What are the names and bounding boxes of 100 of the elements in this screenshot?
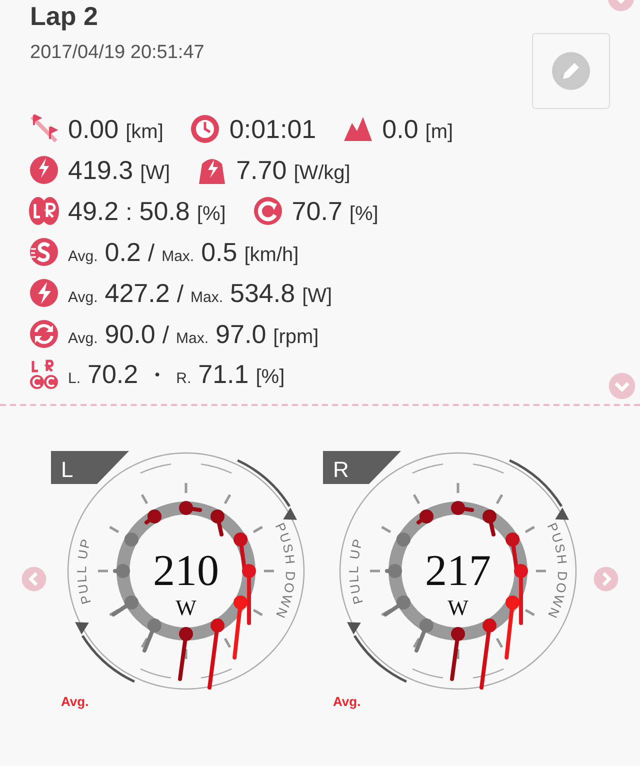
rotation-icon: [252, 195, 284, 227]
tick-mark: [412, 638, 420, 648]
stat-value: 534.8: [230, 278, 296, 308]
stat-value: 70.2: [88, 359, 138, 390]
power-value: 217: [425, 546, 491, 595]
tick-mark: [412, 494, 420, 504]
arc-line: [140, 668, 172, 678]
tick-mark: [224, 638, 232, 648]
direction-arrow: [509, 459, 569, 520]
stat-unit: [km/h]: [244, 244, 299, 266]
side-tag: R: [323, 451, 401, 484]
tick-mark: [381, 526, 392, 534]
arc-line: [412, 464, 444, 474]
force-vector: [124, 532, 138, 546]
pedal-pair-icon: [28, 359, 60, 391]
tick-mark: [184, 649, 188, 659]
arc-line: [200, 668, 232, 678]
stat-unit: [W/kg]: [294, 162, 350, 184]
arc-line: [200, 464, 232, 474]
force-vector: [178, 627, 193, 681]
side-tag: L: [51, 451, 129, 484]
stat-label: L.: [68, 370, 81, 387]
tick-mark: [109, 608, 120, 616]
tick-mark: [140, 494, 148, 504]
lap-title: Lap 2: [30, 0, 99, 32]
tick-mark: [252, 526, 263, 534]
stat-value: 0.0: [382, 114, 418, 144]
stat-value: 7.70: [236, 154, 287, 186]
average-label: Avg.: [333, 694, 361, 709]
stat-value: 50.8: [139, 196, 190, 226]
force-vector: [144, 509, 162, 524]
tick-mark: [381, 608, 392, 616]
tick-mark: [224, 494, 232, 504]
tick-mark: [496, 638, 504, 648]
speed-icon: [28, 236, 60, 268]
stat-value: 0.00: [68, 114, 119, 144]
stat-label: Max.: [162, 248, 194, 264]
stat-label: Avg.: [68, 330, 98, 346]
separator-text: /: [162, 322, 170, 350]
tick-mark: [264, 570, 274, 572]
force-vector: [416, 509, 434, 524]
force-vector: [504, 596, 520, 660]
pencil-icon: [551, 51, 591, 91]
cycle-icon: [28, 318, 60, 350]
stat-unit: [W]: [140, 162, 170, 184]
stat-label: Max.: [176, 330, 209, 346]
arc-line: [472, 464, 504, 474]
stat-value: 49.2: [68, 196, 119, 226]
stat-unit: [rpm]: [273, 326, 319, 348]
force-vector: [142, 618, 162, 653]
stat-value: 427.2: [104, 278, 170, 308]
flags-icon: [28, 113, 60, 145]
stat-unit: [%]: [256, 366, 285, 389]
stat-unit: [m]: [425, 120, 454, 144]
stat-value: 0:01:01: [229, 114, 316, 144]
arc-line: [472, 668, 504, 678]
average-label: Avg.: [61, 694, 89, 709]
stat-value: 0.2: [104, 236, 141, 268]
stat-value: 419.3: [68, 154, 134, 186]
next-icon[interactable]: [593, 566, 619, 592]
tick-mark: [524, 526, 535, 534]
direction-arrow: [75, 622, 135, 683]
clock-icon: [189, 113, 222, 145]
direction-arrow: [237, 459, 297, 520]
force-vector: [451, 501, 474, 515]
tick-mark: [184, 483, 188, 493]
stat-label: Avg.: [68, 248, 98, 264]
separator-text: /: [148, 240, 155, 268]
stat-unit: [%]: [196, 202, 226, 226]
stat-label: Avg.: [68, 288, 98, 306]
previous-icon[interactable]: [21, 566, 47, 592]
force-vector: [450, 627, 465, 681]
force-vector: [113, 564, 130, 578]
stat-unit: [%]: [349, 202, 378, 226]
balance-icon: [28, 195, 60, 227]
force-vector: [482, 509, 496, 536]
force-vector: [111, 596, 138, 616]
force-vector: [210, 509, 224, 536]
power-unit: W: [176, 595, 196, 620]
tick-mark: [536, 570, 546, 572]
force-vector: [179, 501, 202, 515]
stat-value: 90.0: [104, 318, 156, 350]
tick-mark: [98, 570, 108, 572]
power-unit: W: [448, 595, 468, 620]
stat-value: 97.0: [216, 318, 266, 350]
tick-mark: [496, 494, 504, 504]
stat-unit: [W]: [302, 284, 332, 308]
stat-value: 71.1: [198, 359, 249, 390]
tick-mark: [456, 649, 460, 659]
separator-text: :: [126, 198, 132, 226]
force-vector: [396, 532, 410, 546]
stat-value: 0.5: [201, 236, 238, 268]
power-meter-icon: [28, 154, 60, 186]
force-vector: [232, 596, 248, 660]
edit-button[interactable]: [532, 33, 610, 109]
force-vector: [414, 618, 434, 653]
force-vector: [385, 564, 402, 578]
expand-icon[interactable]: [608, 372, 636, 400]
stat-value: 70.7: [292, 196, 342, 226]
stat-label: R.: [176, 370, 192, 387]
